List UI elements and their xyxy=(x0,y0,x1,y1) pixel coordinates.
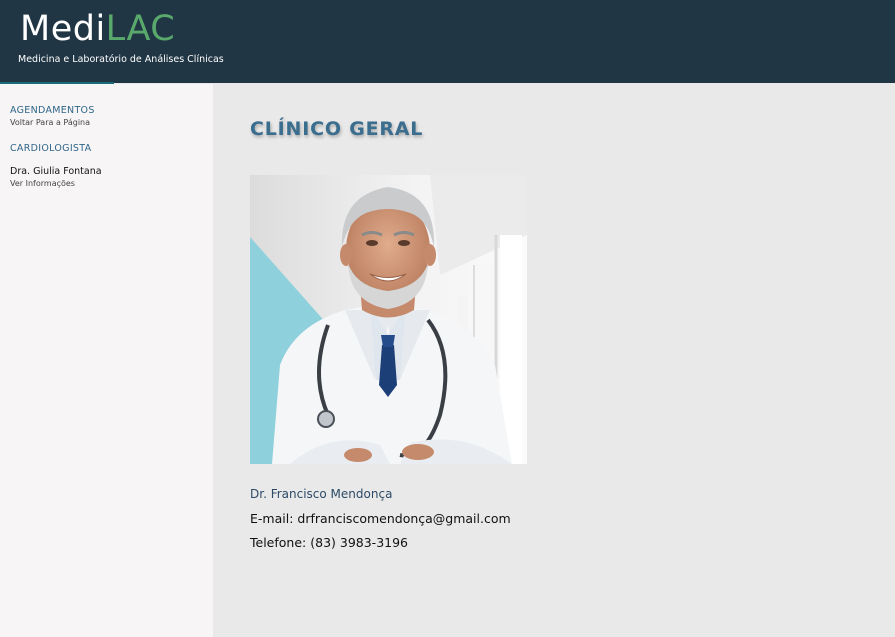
phone-label: Telefone: xyxy=(250,535,307,550)
email-value[interactable]: drfranciscomendonça@gmail.com xyxy=(297,511,510,526)
phone-value: (83) 3983-3196 xyxy=(310,535,409,550)
email-label: E-mail: xyxy=(250,511,294,526)
sidebar-link-ver-informacoes[interactable]: Ver Informações xyxy=(10,179,102,188)
page-title: CLÍNICO GERAL xyxy=(250,118,424,140)
tagline: Medicina e Laboratório de Análises Clíni… xyxy=(18,54,224,65)
sidebar-section-agendamentos: AGENDAMENTOS Voltar Para a Página xyxy=(10,105,95,127)
sidebar-link-cardiologista[interactable]: CARDIOLOGISTA xyxy=(10,143,91,154)
sidebar-link-agendamentos[interactable]: AGENDAMENTOS xyxy=(10,105,95,116)
logo[interactable]: MediLAC xyxy=(20,8,175,50)
email-info: E-mail: drfranciscomendonça@gmail.com xyxy=(250,511,511,526)
logo-text-medi: Medi xyxy=(20,9,106,49)
main-content: CLÍNICO GERAL Dr. Francisco Mendonça E-m… xyxy=(213,84,895,637)
header: MediLAC Medicina e Laboratório de Anális… xyxy=(0,0,895,84)
phone-info: Telefone: (83) 3983-3196 xyxy=(250,535,408,550)
sidebar-link-voltar[interactable]: Voltar Para a Página xyxy=(10,118,95,127)
doctor-name: Dr. Francisco Mendonça xyxy=(250,487,393,501)
sidebar-doctor-entry: Dra. Giulia Fontana Ver Informações xyxy=(10,166,102,188)
logo-text-lac: LAC xyxy=(105,9,176,49)
sidebar: AGENDAMENTOS Voltar Para a Página CARDIO… xyxy=(0,84,213,637)
sidebar-section-cardiologista: CARDIOLOGISTA xyxy=(10,143,91,154)
sidebar-doctor-name: Dra. Giulia Fontana xyxy=(10,166,102,177)
doctor-photo xyxy=(250,175,527,464)
